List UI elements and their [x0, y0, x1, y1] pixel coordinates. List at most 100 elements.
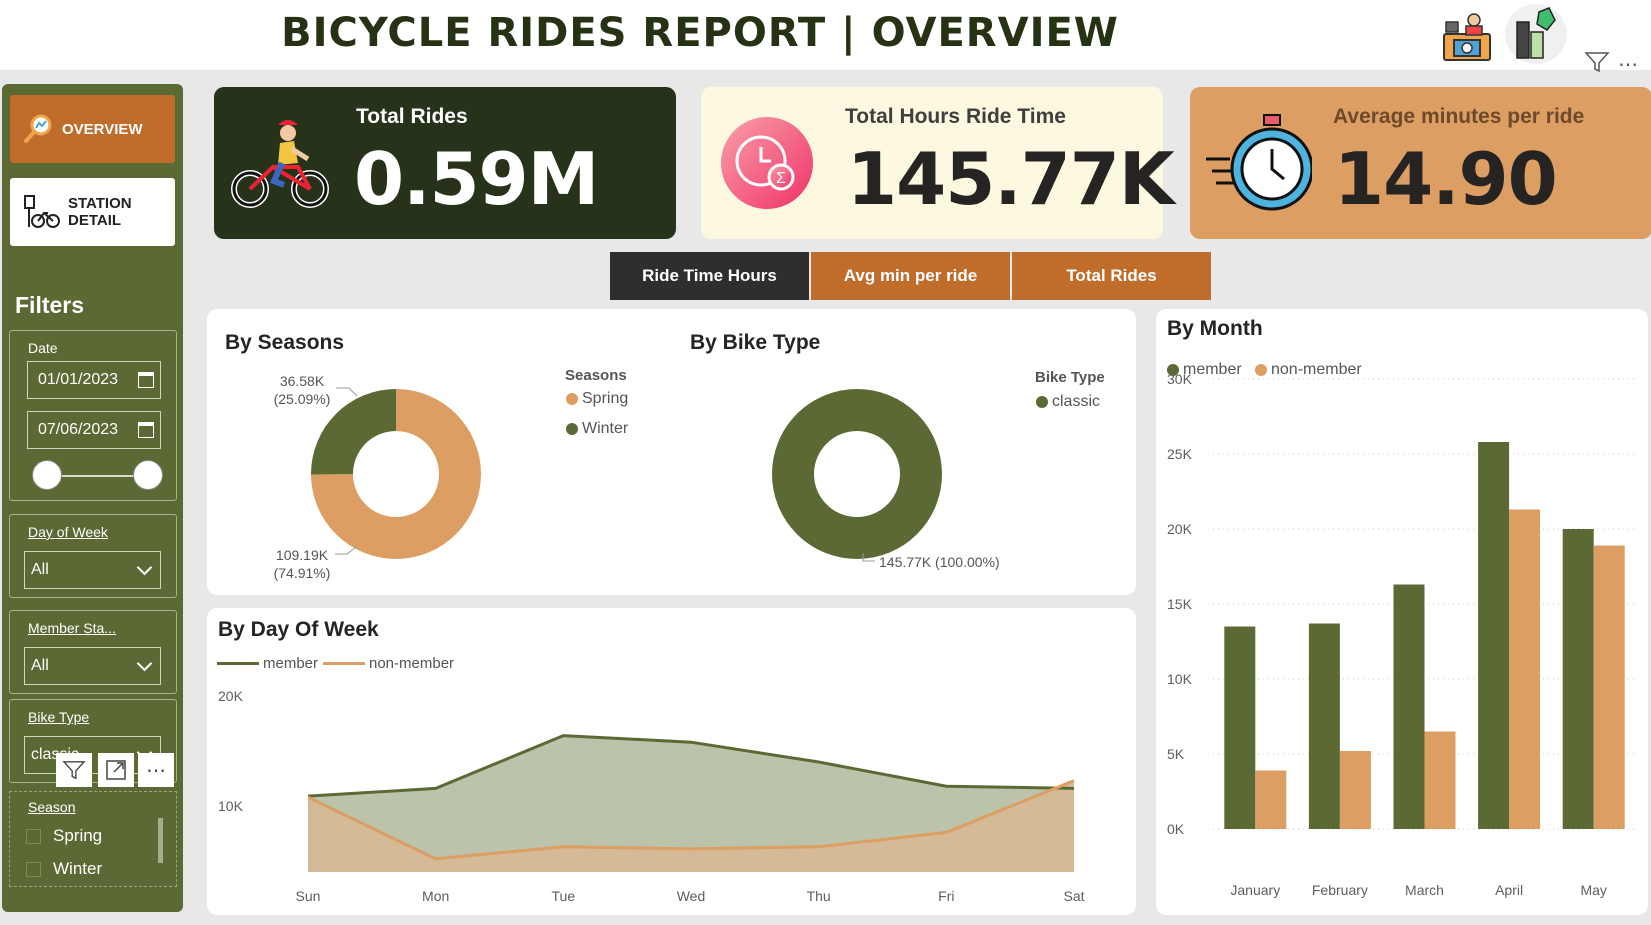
x-tick-label: January [1230, 882, 1280, 898]
total-hours-label: Total Hours Ride Time [845, 105, 1066, 128]
bar-member-may[interactable] [1562, 529, 1594, 829]
station-nav-label-1: STATION [68, 195, 132, 212]
date-range-start-handle[interactable] [32, 460, 62, 490]
y-tick-label: 5K [1167, 746, 1185, 762]
y-tick-label: 30K [1167, 371, 1193, 387]
legend-dot [566, 393, 578, 405]
x-tick-label: April [1495, 882, 1523, 898]
bar-member-january[interactable] [1224, 626, 1256, 830]
day-of-week-label: Day of Week [28, 524, 108, 540]
spring-pct-label: (74.91%) [273, 565, 331, 581]
avg-minutes-value: 14.90 [1334, 137, 1558, 221]
y-tick-label: 20K [218, 688, 244, 704]
total-rides-label: Total Rides [356, 105, 468, 128]
total-rides-card: Total Rides 0.59M [214, 87, 676, 239]
winter-pct-label: (25.09%) [273, 391, 331, 407]
season-option-label: Winter [53, 859, 103, 878]
info-desk-icon[interactable] [1440, 8, 1494, 62]
date-start-input[interactable]: 01/01/2023 [27, 361, 161, 399]
legend-dot [1036, 396, 1048, 408]
date-end-input[interactable]: 07/06/2023 [27, 411, 161, 449]
checkbox[interactable] [26, 828, 41, 844]
winter-value-label: 36.58K [279, 373, 325, 389]
x-tick-label: Wed [677, 888, 706, 904]
avg-minutes-card: Average minutes per ride 14.90 [1190, 87, 1651, 239]
total-hours-value: 145.77K [847, 137, 1175, 221]
by-month-bar-chart: 0K 5K 10K 15K 20K 25K 30K January February March A… [1167, 371, 1636, 898]
bar-member-march[interactable] [1393, 584, 1425, 830]
tab-ride-time-hours[interactable]: Ride Time Hours [610, 252, 809, 300]
x-tick-label: Thu [807, 888, 831, 904]
tab-total-rides[interactable]: Total Rides [1012, 252, 1211, 300]
bar-non-member-january[interactable] [1255, 770, 1287, 830]
bike-type-chart-title: By Bike Type [690, 331, 821, 354]
seasons-leader-line [336, 387, 358, 397]
bar-non-member-february[interactable] [1339, 751, 1371, 829]
member-status-dropdown[interactable]: All [24, 647, 161, 685]
tab-avg-min-per-ride[interactable]: Avg min per ride [811, 252, 1010, 300]
touch-kiosk-icon[interactable] [1505, 4, 1567, 64]
bike-type-label: Bike Type [28, 709, 90, 725]
classic-data-label[interactable]: 145.77K (100.00%) [879, 553, 1000, 571]
y-tick-label: 20K [1167, 521, 1193, 537]
bar-member-april[interactable] [1478, 442, 1510, 829]
season-label: Season [28, 799, 76, 815]
y-tick-label: 10K [218, 798, 244, 814]
bike-station-icon [24, 195, 60, 228]
classic-slice[interactable] [772, 389, 942, 559]
bar-non-member-april[interactable] [1509, 509, 1541, 830]
total-hours-card: Σ Total Hours Ride Time 145.77K [701, 87, 1175, 239]
y-tick-label: 0K [1167, 821, 1185, 837]
member-status-label: Member Sta... [28, 620, 116, 636]
overview-nav-label: OVERVIEW [62, 120, 143, 138]
focus-mode-icon[interactable] [98, 753, 134, 787]
donut-charts-panel: By Seasons 36.58K (25.09%) 109.19K (74.9… [207, 309, 1136, 595]
filter-icon[interactable] [1584, 50, 1610, 79]
checkbox[interactable] [26, 861, 41, 877]
legend-dot [566, 423, 578, 435]
x-tick-label: February [1312, 882, 1368, 898]
station-detail-nav-button[interactable]: STATION DETAIL [10, 178, 175, 246]
day-of-week-panel: By Day Of Week member non-member 20K 10K S… [207, 608, 1136, 915]
calendar-icon[interactable] [138, 422, 154, 438]
winter-data-label[interactable]: 36.58K (25.09%) [267, 372, 337, 408]
by-month-panel: By Month member non-member 0K 5K 10K 15K 20K… [1156, 309, 1648, 915]
season-option-spring[interactable]: Spring [26, 826, 102, 846]
x-tick-label: Tue [552, 888, 576, 904]
x-tick-label: March [1405, 882, 1444, 898]
visual-filter-icon[interactable] [56, 753, 92, 787]
overview-nav-button[interactable]: OVERVIEW [10, 95, 175, 163]
day-of-week-dropdown[interactable]: All [24, 551, 161, 589]
chevron-down-icon [136, 559, 153, 576]
avg-minutes-label: Average minutes per ride [1333, 105, 1585, 128]
date-start-value: 01/01/2023 [38, 371, 119, 388]
x-tick-label: Fri [938, 888, 954, 904]
legend-spring-label: Spring [582, 390, 629, 407]
bar-non-member-may[interactable] [1593, 545, 1625, 830]
y-tick-label: 25K [1167, 446, 1193, 462]
more-options-icon[interactable]: ⋯ [1618, 52, 1639, 77]
bar-member-february[interactable] [1308, 623, 1340, 830]
date-range-end-handle[interactable] [133, 460, 163, 490]
spring-data-label[interactable]: 109.19K (74.91%) [267, 546, 337, 582]
season-option-winter[interactable]: Winter [26, 859, 102, 879]
calendar-icon[interactable] [138, 372, 154, 388]
stopwatch-icon [1206, 114, 1312, 211]
x-tick-label: Sun [296, 888, 321, 904]
y-tick-label: 10K [1167, 671, 1193, 687]
season-scrollbar[interactable] [158, 818, 163, 863]
bar-non-member-march[interactable] [1424, 731, 1456, 830]
legend-spring[interactable]: Spring [566, 390, 628, 408]
day-of-week-value: All [31, 561, 49, 578]
svg-text:Σ: Σ [776, 170, 786, 187]
legend-winter[interactable]: Winter [566, 420, 628, 438]
more-options-icon[interactable]: ⋯ [138, 753, 174, 787]
date-label: Date [28, 340, 58, 356]
cyclist-icon [231, 120, 329, 208]
legend-winter-label: Winter [582, 420, 629, 437]
legend-classic-label: classic [1052, 393, 1101, 410]
filters-heading: Filters [15, 292, 85, 318]
y-tick-label: 15K [1167, 596, 1193, 612]
legend-classic[interactable]: classic [1036, 393, 1100, 411]
member-status-value: All [31, 657, 49, 674]
